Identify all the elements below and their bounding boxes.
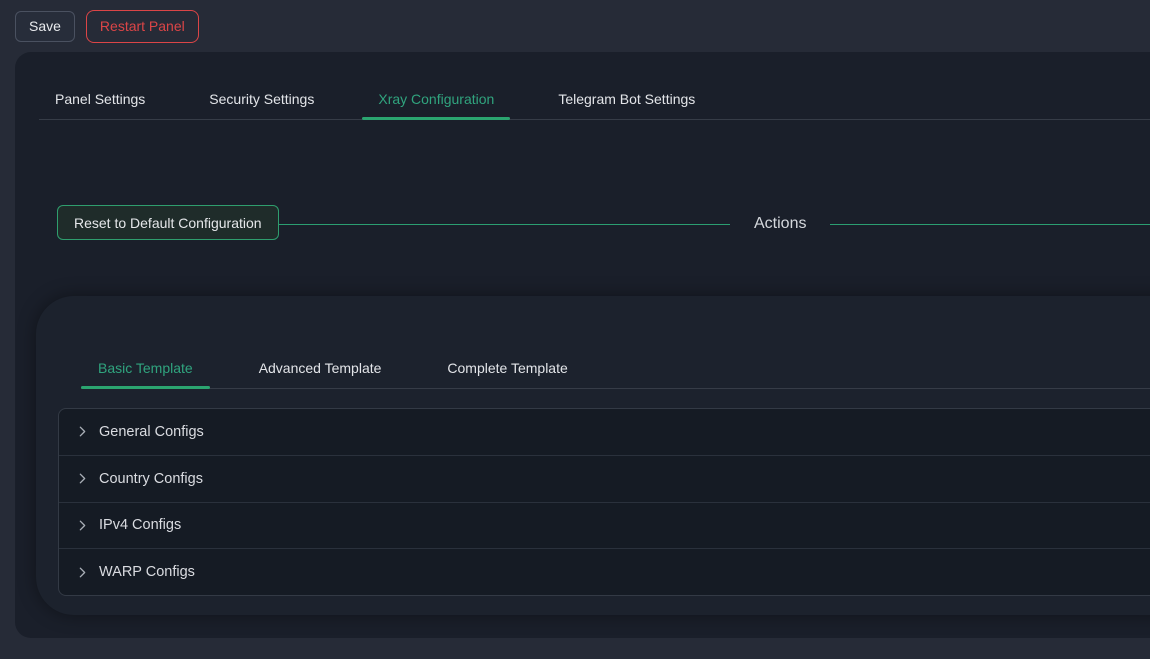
collapse-item-label: Country Configs — [99, 471, 203, 487]
chevron-right-icon — [76, 472, 89, 485]
chevron-right-icon — [76, 425, 89, 438]
chevron-right-icon — [76, 519, 89, 532]
restart-panel-button[interactable]: Restart Panel — [86, 10, 199, 43]
settings-card: Panel Settings Security Settings Xray Co… — [15, 52, 1150, 638]
actions-section-title: Actions — [730, 215, 830, 233]
tab-xray-configuration[interactable]: Xray Configuration — [362, 79, 510, 119]
tab-panel-settings[interactable]: Panel Settings — [39, 79, 161, 119]
tab-telegram-bot-settings[interactable]: Telegram Bot Settings — [542, 79, 711, 119]
save-button[interactable]: Save — [15, 11, 75, 42]
template-tab-bar: Basic Template Advanced Template Complet… — [81, 348, 1150, 389]
collapse-item-ipv4-configs[interactable]: IPv4 Configs — [59, 503, 1150, 550]
collapse-item-general-configs[interactable]: General Configs — [59, 409, 1150, 456]
divider-line — [830, 224, 1150, 225]
topbar: Save Restart Panel — [0, 0, 1150, 52]
config-collapse-list: General Configs Country Configs IPv4 Con… — [58, 408, 1150, 596]
collapse-item-label: IPv4 Configs — [99, 517, 181, 533]
chevron-right-icon — [76, 566, 89, 579]
templates-card: Basic Template Advanced Template Complet… — [36, 296, 1150, 615]
tab-advanced-template[interactable]: Advanced Template — [242, 348, 399, 388]
collapse-item-label: WARP Configs — [99, 564, 195, 580]
settings-tab-bar: Panel Settings Security Settings Xray Co… — [39, 79, 1150, 120]
reset-default-config-button[interactable]: Reset to Default Configuration — [57, 205, 279, 240]
tab-security-settings[interactable]: Security Settings — [193, 79, 330, 119]
collapse-item-warp-configs[interactable]: WARP Configs — [59, 549, 1150, 595]
collapse-item-country-configs[interactable]: Country Configs — [59, 456, 1150, 503]
collapse-item-label: General Configs — [99, 424, 204, 440]
tab-basic-template[interactable]: Basic Template — [81, 348, 210, 388]
tab-complete-template[interactable]: Complete Template — [430, 348, 584, 388]
